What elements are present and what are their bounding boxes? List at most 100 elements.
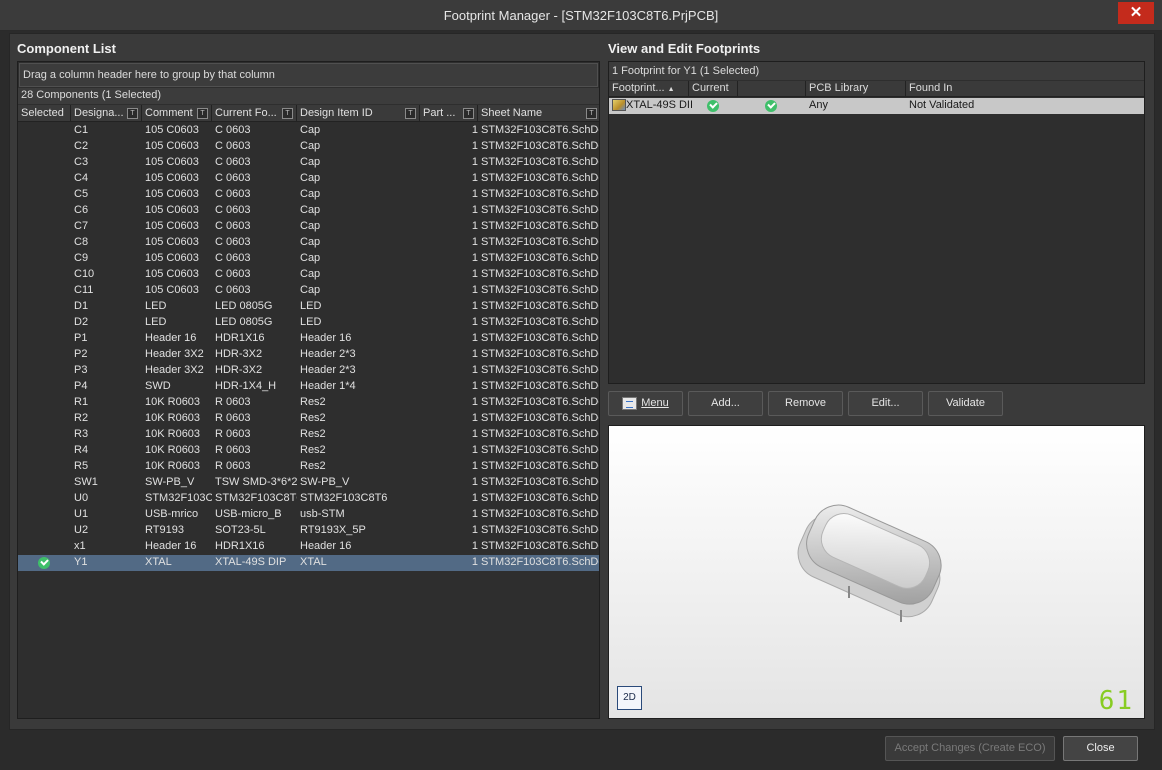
cell-part: 1: [471, 316, 478, 328]
component-grid: Drag a column header here to group by th…: [17, 61, 600, 719]
col-header-part[interactable]: Part ... T: [420, 105, 478, 122]
footprint-row[interactable]: XTAL-49S DII Any Not Validated: [609, 98, 1144, 115]
table-row[interactable]: C8 105 C0603 C 0603 Cap 1 STM32F103C8T6.SchDo: [18, 235, 599, 251]
filter-icon[interactable]: T: [405, 108, 416, 119]
cell-fp: C 0603: [215, 204, 251, 216]
fp-col-unnamed[interactable]: [738, 81, 806, 97]
cell-comment: Header 16: [145, 540, 197, 552]
cell-fp: SOT23-5L: [215, 524, 266, 536]
filter-icon[interactable]: T: [586, 108, 597, 119]
cell-des: U2: [74, 524, 89, 536]
cell-part: 1: [471, 492, 478, 504]
cell-item: Res2: [300, 396, 326, 408]
fp-col-current[interactable]: Current: [689, 81, 738, 97]
fp-name-text: XTAL-49S DII: [626, 99, 692, 111]
table-row[interactable]: C9 105 C0603 C 0603 Cap 1 STM32F103C8T6.SchDo: [18, 251, 599, 267]
table-row[interactable]: R4 10K R0603 R 0603 Res2 1 STM32F103C8T6.SchD…: [18, 443, 599, 459]
validate-button[interactable]: Validate: [928, 391, 1003, 416]
fp-col-found-in[interactable]: Found In: [906, 81, 1144, 97]
table-row[interactable]: C5 105 C0603 C 0603 Cap 1 STM32F103C8T6.SchDo: [18, 187, 599, 203]
menu-button[interactable]: Menu: [608, 391, 683, 416]
cell-item: SW-PB_V: [300, 476, 350, 488]
cell-item: XTAL: [300, 556, 327, 568]
cell-item: Cap: [300, 236, 321, 248]
footprint-icon: [612, 99, 626, 112]
edit-button[interactable]: Edit...: [848, 391, 923, 416]
table-row[interactable]: U0STM32F103C8T6STM32F103C8T6STM32F103C8T…: [18, 491, 599, 507]
table-row[interactable]: C1 105 C0603 C 0603 Cap 1 STM32F103C8T6.SchDo: [18, 123, 599, 139]
filter-icon[interactable]: T: [197, 108, 208, 119]
cell-comment: 10K R0603: [145, 396, 201, 408]
filter-icon[interactable]: T: [463, 108, 474, 119]
cell-comment: 10K R0603: [145, 428, 201, 440]
table-row[interactable]: R3 10K R0603 R 0603 Res2 1 STM32F103C8T6.SchD…: [18, 427, 599, 443]
table-row[interactable]: Y1 XTAL XTAL-49S DIP XTAL 1 STM32F103C8T6.Sch…: [18, 555, 599, 572]
table-row[interactable]: C4 105 C0603 C 0603 Cap 1 STM32F103C8T6.SchDo: [18, 171, 599, 187]
col-header-designator[interactable]: Designa... T: [71, 105, 142, 122]
table-row[interactable]: P2 Header 3X2 HDR-3X2 Header 2*3 1 STM32F103C…: [18, 347, 599, 363]
fp-col-pcb-library[interactable]: PCB Library: [806, 81, 906, 97]
col-label: Found In: [909, 82, 953, 94]
col-header-comment[interactable]: Comment T: [142, 105, 212, 122]
table-row[interactable]: P4 SWD HDR-1X4_H Header 1*4 1 STM32F103C8T6.S…: [18, 379, 599, 395]
table-row[interactable]: C2 105 C0603 C 0603 Cap 1 STM32F103C8T6.SchDo: [18, 139, 599, 155]
view-2d-button[interactable]: 2D: [617, 686, 642, 710]
cell-des: C6: [74, 204, 89, 216]
cell-item: usb-STM: [300, 508, 345, 520]
table-row[interactable]: P1 Header 16 HDR1X16 Header 16 1 STM32F103C8T…: [18, 331, 599, 347]
table-row[interactable]: C10 105 C0603 C 0603 Cap 1 STM32F103C8T6.SchD…: [18, 267, 599, 283]
table-row[interactable]: R5 10K R0603 R 0603 Res2 1 STM32F103C8T6.SchD…: [18, 459, 599, 475]
cell-comment: SWD: [145, 380, 171, 392]
table-row[interactable]: SW1 SW-PB_V TSW SMD-3*6*2 SW-PB_V 1 STM32F103…: [18, 475, 599, 491]
group-by-hint[interactable]: Drag a column header here to group by th…: [19, 63, 598, 87]
table-row[interactable]: C3 105 C0603 C 0603 Cap 1 STM32F103C8T6.SchDo: [18, 155, 599, 171]
table-row[interactable]: D1 LED LED 0805G LED 1 STM32F103C8T6.SchDo: [18, 299, 600, 315]
fp-col-footprint[interactable]: Footprint... ▲: [609, 81, 689, 97]
col-label: PCB Library: [809, 82, 869, 94]
table-row[interactable]: x1 Header 16 HDR1X16 Header 16 1 STM32F103C8T…: [18, 539, 599, 555]
col-header-current-footprint[interactable]: Current Fo... T: [212, 105, 297, 122]
table-row[interactable]: C11 105 C0603 C 0603 Cap 1 STM32F103C8T6.SchD…: [18, 283, 599, 299]
table-row[interactable]: C7 105 C0603 C 0603 Cap 1 STM32F103C8T6.SchDo: [18, 219, 599, 235]
table-row[interactable]: D2 LED LED 0805G LED 1 STM32F103C8T6.SchDo: [18, 315, 599, 331]
table-row[interactable]: P3 Header 3X2 HDR-3X2 Header 2*3 1 STM32F103C…: [18, 363, 599, 379]
cell-item: Res2: [300, 428, 326, 440]
cell-comment: 105 C0603: [145, 268, 199, 280]
filter-icon[interactable]: T: [282, 108, 293, 119]
window-close-button[interactable]: ✕: [1118, 2, 1154, 24]
col-label: Sheet Name: [481, 107, 543, 119]
cell-comment: 105 C0603: [145, 252, 199, 264]
current-check-icon: [707, 100, 719, 115]
col-label: Design Item ID: [300, 107, 373, 119]
cell-item: Cap: [300, 252, 321, 264]
table-row[interactable]: R2 10K R0603 R 0603 Res2 1 STM32F103C8T6.SchD…: [18, 411, 599, 427]
close-button[interactable]: Close: [1063, 736, 1138, 761]
cell-fp: LED 0805G: [215, 300, 273, 312]
table-row[interactable]: C6 105 C0603 C 0603 Cap 1 STM32F103C8T6.SchDo: [18, 203, 599, 219]
table-row[interactable]: U1 USB-mrico USB-micro_B usb-STM 1 STM32F103C…: [18, 507, 599, 523]
col-header-design-item-id[interactable]: Design Item ID T: [297, 105, 420, 122]
table-row[interactable]: R1 10K R0603 R 0603 Res2 1 STM32F103C8T6.SchD…: [18, 395, 599, 411]
filter-icon[interactable]: T: [127, 108, 138, 119]
cell-fp: R 0603: [215, 428, 251, 440]
accept-changes-button[interactable]: Accept Changes (Create ECO): [885, 736, 1055, 761]
col-label: Current Fo...: [215, 107, 277, 119]
cell-fp: HDR1X16: [215, 540, 265, 552]
cell-fp: XTAL-49S DIP: [215, 556, 287, 568]
cell-des: C8: [74, 236, 89, 248]
fp-cell-name: XTAL-49S DII: [612, 99, 692, 114]
cell-des: R3: [74, 428, 89, 440]
col-label: Current: [692, 82, 729, 94]
selected-check-icon[interactable]: [38, 557, 50, 572]
add-button[interactable]: Add...: [688, 391, 763, 416]
menu-icon: [622, 396, 638, 410]
remove-button[interactable]: Remove: [768, 391, 843, 416]
table-row[interactable]: U2 RT9193 SOT23-5L RT9193X_5P 1 STM32F103C8T6…: [18, 523, 599, 539]
cell-comment: 10K R0603: [145, 460, 201, 472]
footprint-3d-preview[interactable]: 2D 61: [608, 425, 1145, 719]
col-header-sheet-name[interactable]: Sheet Name T: [478, 105, 599, 122]
col-header-selected[interactable]: Selected: [18, 105, 71, 122]
cell-item: Cap: [300, 204, 321, 216]
cell-sheet: STM32F103C8T6.SchDo: [481, 300, 600, 312]
cell-part: 1: [471, 380, 478, 392]
